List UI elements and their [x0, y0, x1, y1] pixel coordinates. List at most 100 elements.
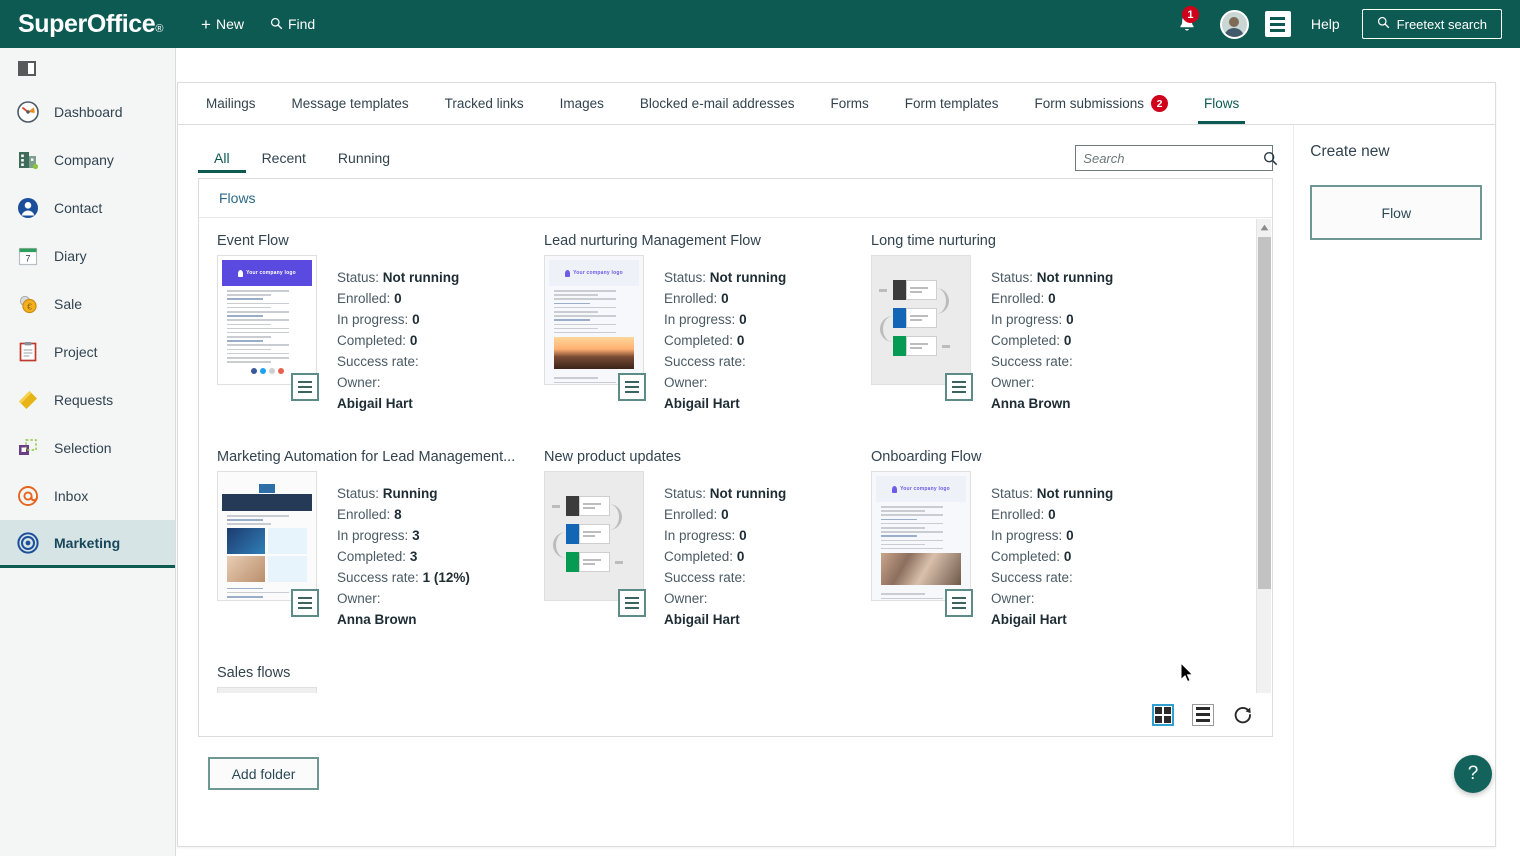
tab-form-templates[interactable]: Form templates	[887, 83, 1017, 124]
flow-status-row: Status: Not running	[991, 483, 1113, 504]
sidebar-item-inbox[interactable]: Inbox	[0, 472, 175, 520]
sidebar-item-marketing[interactable]: Marketing	[0, 520, 175, 568]
flow-menu-button[interactable]	[291, 589, 319, 617]
tab-form-submissions[interactable]: Form submissions 2	[1017, 83, 1187, 124]
diagram-node-1	[890, 280, 937, 300]
flow-menu-button[interactable]	[945, 373, 973, 401]
flow-title[interactable]: Onboarding Flow	[871, 449, 1171, 465]
freetext-search-label: Freetext search	[1396, 16, 1487, 32]
sidebar-item-label: Diary	[54, 248, 87, 264]
flow-thumbnail[interactable]	[871, 255, 971, 385]
user-avatar[interactable]	[1219, 9, 1249, 39]
owner-label: Owner:	[991, 375, 1035, 390]
create-flow-button[interactable]: Flow	[1310, 185, 1483, 240]
completed-label: Completed:	[664, 549, 734, 564]
flow-title[interactable]: Event Flow	[217, 233, 517, 249]
tab-mailings[interactable]: Mailings	[188, 83, 274, 124]
flow-title[interactable]: Marketing Automation for Lead Management…	[217, 449, 517, 465]
sidebar-item-selection[interactable]: Selection	[0, 424, 175, 472]
scroll-up-arrow[interactable]	[1257, 219, 1272, 235]
tab-tracked-links[interactable]: Tracked links	[427, 83, 542, 124]
flow-menu-button[interactable]	[945, 589, 973, 617]
flow-card: Lead nurturing Management Flow Your comp…	[544, 233, 871, 449]
email-banner: Your company logo	[549, 260, 639, 286]
breadcrumb[interactable]: Flows	[199, 179, 1273, 218]
sidebar-item-label: Contact	[54, 200, 103, 216]
tab-label: Forms	[830, 96, 869, 111]
filter-tab-all[interactable]: All	[198, 150, 246, 173]
search-icon[interactable]	[1263, 146, 1278, 170]
filter-tab-recent[interactable]: Recent	[246, 150, 322, 173]
add-folder-button[interactable]: Add folder	[208, 757, 319, 790]
sidebar-item-dashboard[interactable]: Dashboard	[0, 88, 175, 136]
sidebar-item-project[interactable]: Project	[0, 328, 175, 376]
tab-flows[interactable]: Flows	[1186, 83, 1257, 124]
flow-owner-name: Abigail Hart	[664, 393, 786, 414]
completed-label: Completed:	[337, 549, 407, 564]
flow-owner-row: Owner:	[664, 372, 786, 393]
avatar-body	[1224, 27, 1245, 37]
flows-grid: Event Flow Your company logo Status: Not…	[199, 219, 1272, 717]
flow-title[interactable]: Long time nurturing	[871, 233, 1171, 249]
avatar-face	[1229, 16, 1240, 27]
freetext-search-button[interactable]: Freetext search	[1361, 9, 1502, 39]
flow-metadata: Status: Not running Enrolled: 0 In progr…	[991, 255, 1113, 414]
flow-completed-row: Completed: 0	[337, 330, 459, 351]
tab-images[interactable]: Images	[542, 83, 622, 124]
status-badge: Not running	[1036, 270, 1114, 285]
flow-owner-row: Owner:	[664, 588, 786, 609]
flow-menu-button[interactable]	[618, 373, 646, 401]
filter-tab-label: Recent	[261, 150, 306, 166]
list-view-icon[interactable]	[1192, 703, 1215, 726]
email-body-lines	[222, 286, 312, 363]
scrollbar-thumb[interactable]	[1258, 237, 1272, 589]
search-input[interactable]	[1076, 149, 1264, 167]
flows-body: All Recent Running Flows	[178, 125, 1495, 846]
flow-thumbnail[interactable]: Your company logo	[871, 471, 971, 601]
tab-label: Mailings	[206, 96, 256, 111]
flow-title[interactable]: Lead nurturing Management Flow	[544, 233, 844, 249]
flow-title[interactable]: New product updates	[544, 449, 844, 465]
flow-status-row: Status: Not running	[991, 267, 1113, 288]
tab-blocked-email-addresses[interactable]: Blocked e-mail addresses	[622, 83, 813, 124]
flow-menu-button[interactable]	[291, 373, 319, 401]
flows-scrollbar[interactable]	[1256, 219, 1272, 716]
flow-enrolled-row: Enrolled: 8	[337, 504, 470, 525]
notifications-button[interactable]: 1	[1166, 0, 1212, 48]
tab-label: Tracked links	[444, 96, 524, 111]
sidebar-collapse-toggle[interactable]	[0, 48, 175, 88]
app-logo[interactable]: SuperOffice®	[18, 10, 163, 39]
sidebar-item-sale[interactable]: € Sale	[0, 280, 175, 328]
find-button[interactable]: Find	[270, 16, 315, 32]
email-feature-row-1	[227, 527, 307, 554]
sidebar-item-requests[interactable]: Requests	[0, 376, 175, 424]
help-floating-button[interactable]: ?	[1454, 755, 1492, 793]
tab-message-templates[interactable]: Message templates	[274, 83, 427, 124]
gauge-icon	[14, 98, 42, 126]
sidebar-item-diary[interactable]: 7 Diary	[0, 232, 175, 280]
tab-forms[interactable]: Forms	[812, 83, 886, 124]
flow-owner-row: Owner:	[337, 372, 459, 393]
flow-thumbnail[interactable]	[544, 471, 644, 601]
status-label: Status:	[991, 270, 1034, 285]
help-link[interactable]: Help	[1311, 16, 1340, 32]
sidebar-item-label: Requests	[54, 392, 114, 408]
flow-thumbnail[interactable]: Your company logo	[217, 255, 317, 385]
hamburger-menu-icon[interactable]	[1264, 11, 1291, 37]
filter-tab-running[interactable]: Running	[322, 150, 406, 173]
flow-menu-button[interactable]	[618, 589, 646, 617]
flow-thumbnail[interactable]	[217, 471, 317, 601]
in-progress-value: 0	[739, 312, 747, 327]
completed-value: 0	[1063, 333, 1072, 348]
grid-view-icon[interactable]	[1152, 703, 1175, 726]
refresh-icon[interactable]	[1232, 704, 1254, 726]
create-new-column: Create new Flow	[1293, 125, 1495, 846]
sidebar-item-company[interactable]: Company	[0, 136, 175, 184]
flow-title[interactable]: Sales flows	[217, 665, 517, 681]
new-button[interactable]: + New	[201, 16, 244, 33]
email-banner-text: Your company logo	[900, 486, 950, 492]
sidebar-item-contact[interactable]: Contact	[0, 184, 175, 232]
menu-line	[1270, 22, 1286, 26]
flow-thumbnail[interactable]: Your company logo	[544, 255, 644, 385]
filter-tab-label: Running	[337, 150, 391, 166]
